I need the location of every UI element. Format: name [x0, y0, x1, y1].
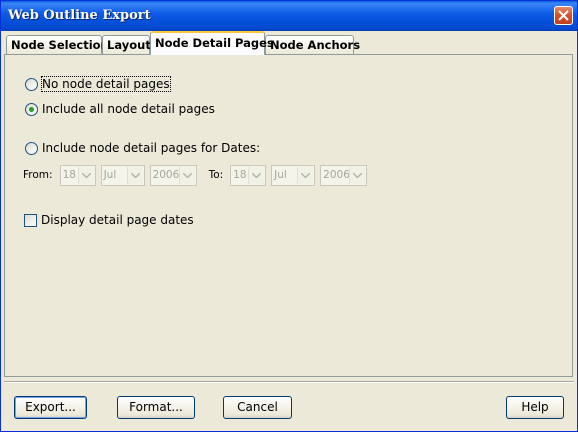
radio-all-detail-pages[interactable]: Include all node detail pages — [25, 102, 215, 116]
tab-node-detail-pages[interactable]: Node Detail Pages — [150, 31, 274, 55]
to-day-select[interactable]: 18 — [230, 164, 267, 186]
to-year-select[interactable]: 2006 — [320, 164, 368, 186]
radio-label: No node detail pages — [41, 76, 171, 92]
from-label: From: — [23, 169, 53, 181]
tab-layout[interactable]: Layout — [102, 35, 151, 54]
chevron-down-icon — [297, 166, 314, 184]
close-button[interactable] — [554, 6, 573, 25]
radio-no-detail-pages[interactable]: No node detail pages — [25, 76, 171, 92]
chevron-down-icon — [126, 166, 143, 184]
chevron-down-icon — [77, 166, 94, 184]
close-icon — [558, 10, 569, 21]
radio-label: Include all node detail pages — [42, 102, 215, 116]
from-day-value: 18 — [62, 168, 76, 181]
checkbox-label: Display detail page dates — [41, 213, 194, 227]
export-button[interactable]: Export... — [14, 396, 87, 419]
title-bar[interactable]: Web Outline Export — [1, 1, 577, 31]
from-year-select[interactable]: 2006 — [149, 164, 197, 186]
radio-circle — [25, 77, 38, 91]
cancel-button[interactable]: Cancel — [223, 396, 292, 419]
radio-dot-icon — [29, 106, 34, 112]
to-month-select[interactable]: Jul — [271, 164, 316, 186]
from-day-select[interactable]: 18 — [59, 164, 96, 186]
chevron-down-icon — [178, 166, 195, 184]
help-button[interactable]: Help — [506, 396, 564, 419]
from-month-value: Jul — [103, 168, 117, 181]
radio-circle — [25, 141, 38, 155]
window-title: Web Outline Export — [8, 8, 151, 23]
to-day-value: 18 — [233, 168, 247, 181]
checkbox-box — [24, 213, 37, 227]
to-label: To: — [208, 169, 224, 181]
tab-node-selection[interactable]: Node Selection — [6, 35, 109, 54]
chevron-down-icon — [349, 166, 366, 184]
radio-detail-pages-for-dates[interactable]: Include node detail pages for Dates: — [25, 141, 260, 155]
display-dates-checkbox[interactable]: Display detail page dates — [24, 213, 194, 227]
chevron-down-icon — [248, 166, 265, 184]
tab-node-anchors[interactable]: Node Anchors — [265, 35, 360, 54]
format-button[interactable]: Format... — [117, 396, 195, 419]
from-month-select[interactable]: Jul — [100, 164, 145, 186]
to-year-value: 2006 — [323, 168, 350, 181]
radio-circle-selected — [25, 102, 38, 116]
from-year-value: 2006 — [152, 168, 180, 181]
export-dialog: Web Outline Export Node Selection Layout… — [0, 0, 578, 432]
tab-bar: Node Selection Layout Node Detail Pages … — [4, 31, 574, 55]
radio-label: Include node detail pages for Dates: — [42, 141, 261, 155]
date-range-row: From: 18 Jul 2006 To: 18 Jul 2006 — [23, 164, 372, 186]
to-month-value: Jul — [274, 168, 287, 181]
footer-divider — [4, 381, 574, 383]
